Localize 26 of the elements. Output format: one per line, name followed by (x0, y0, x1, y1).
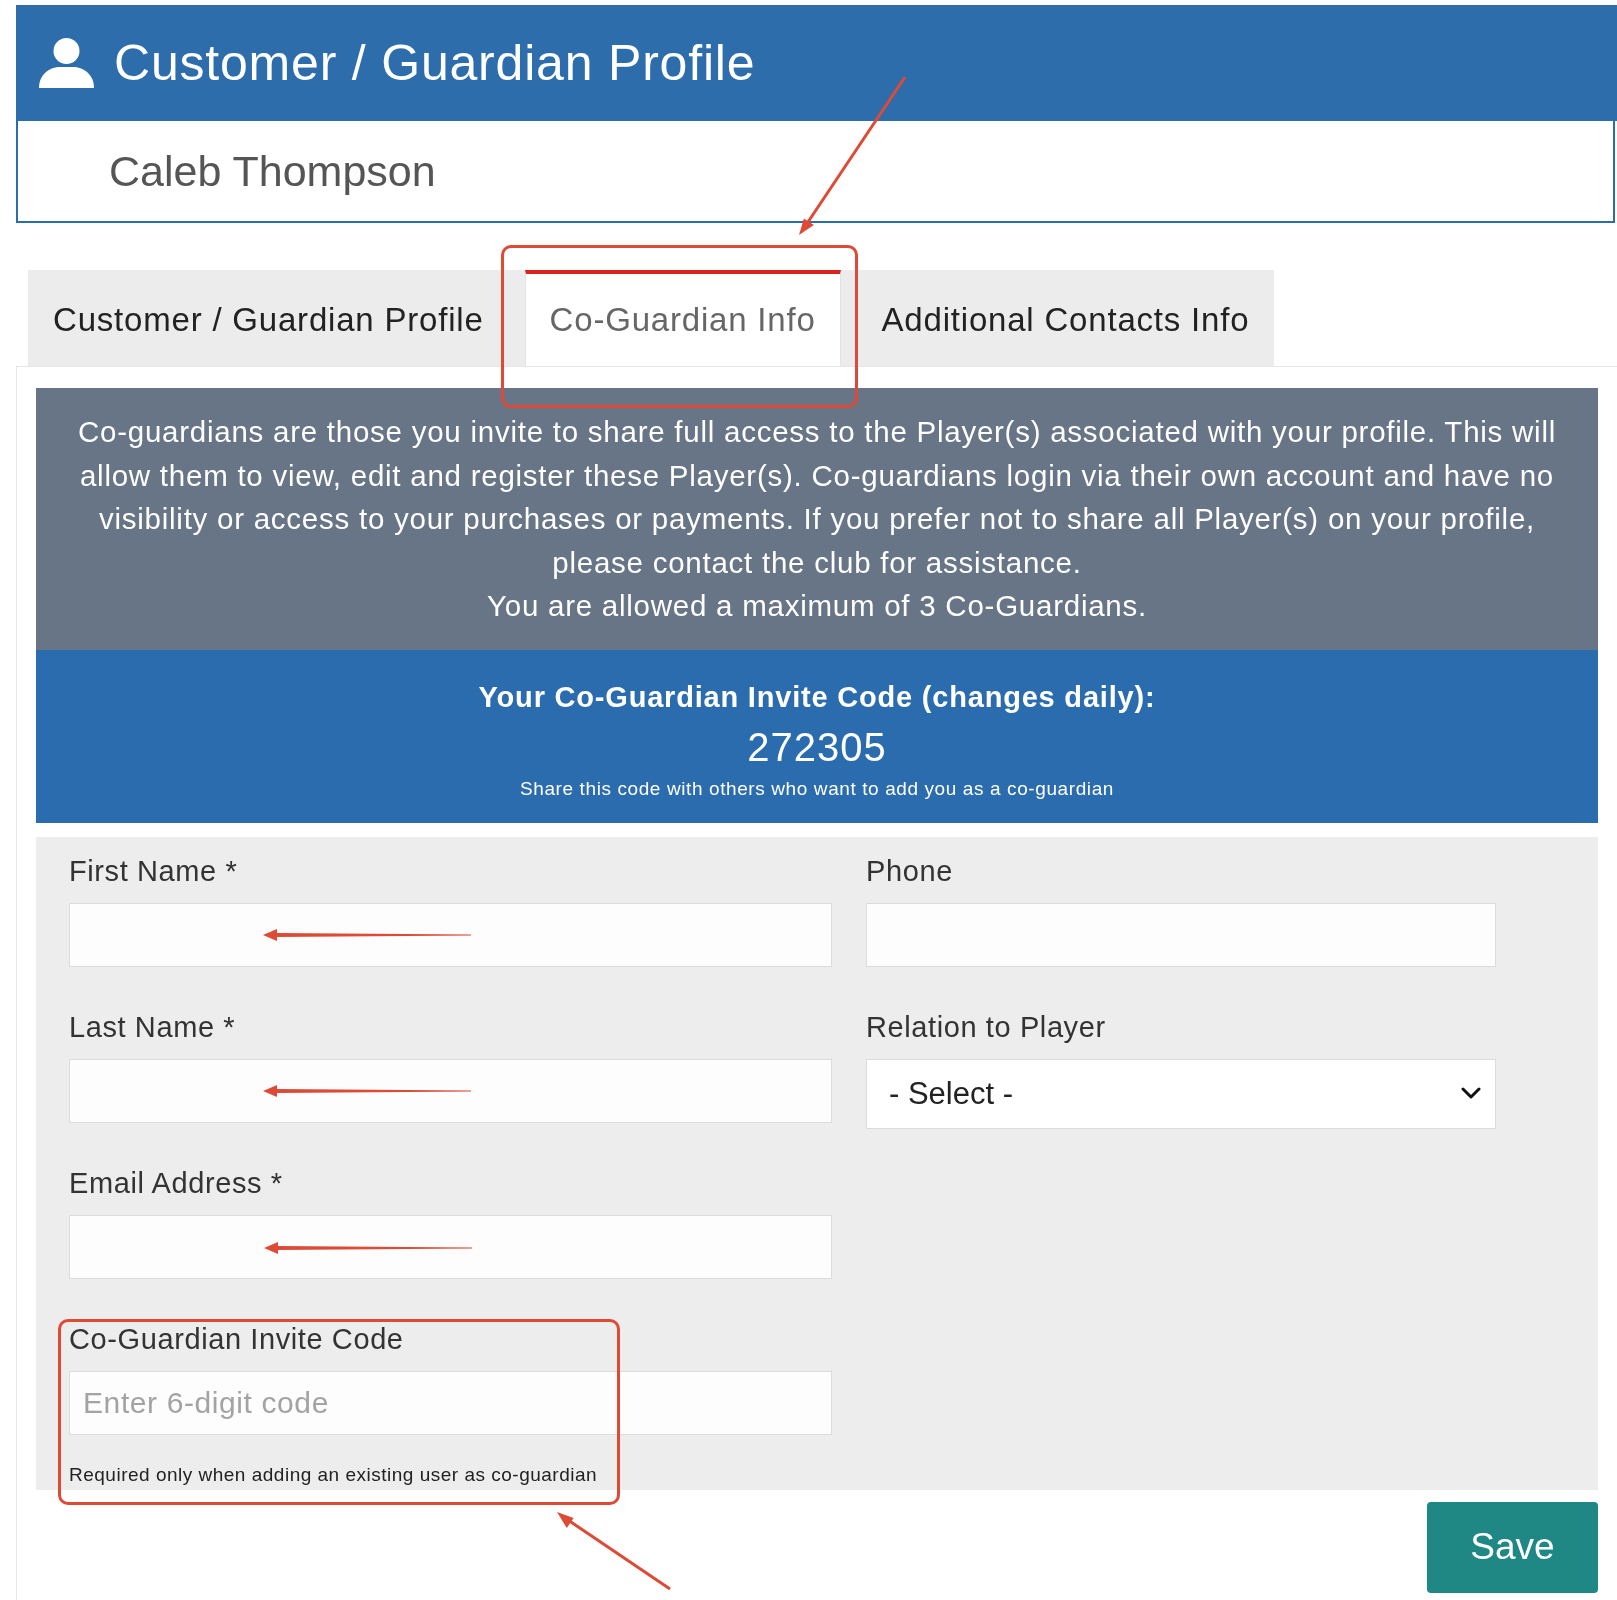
invite-code-heading: Your Co-Guardian Invite Code (changes daily): (478, 679, 1156, 715)
text-input[interactable] (69, 1058, 832, 1123)
select-field[interactable]: - Select - (866, 1058, 1496, 1129)
tab[interactable]: Customer / Guardian Profile (28, 270, 509, 366)
customer-name: Caleb Thompson (109, 146, 436, 196)
text-input[interactable] (69, 1214, 832, 1279)
field-label: Co-Guardian Invite Code (69, 1321, 404, 1357)
info-text: Co-guardians are those you invite to share full access to the Player(s) associated with your profile. This will allow them to view, edit and register these Player(s). Co-guardians login via their own account and have no visibility or access to your purchases or payments. If you prefer not to share all Player(s) on your profile, please contact the club for assistance. (76, 414, 1557, 581)
chevron-down-icon (1461, 1087, 1481, 1100)
tab[interactable]: Co-Guardian Info (524, 270, 841, 366)
field-label: First Name * (69, 853, 238, 889)
tab[interactable]: Additional Contacts Info (856, 270, 1275, 366)
text-input[interactable] (69, 902, 832, 967)
field-label: Last Name * (69, 1009, 236, 1045)
text-input[interactable]: Enter 6-digit code (69, 1370, 832, 1435)
save-button[interactable]: Save (1427, 1501, 1598, 1593)
page-title: Customer / Guardian Profile (114, 34, 756, 92)
user-icon (38, 38, 95, 88)
invite-code: 272305 (747, 723, 887, 771)
field-label: Relation to Player (866, 1009, 1106, 1045)
invite-code-note: Share this code with others who want to add you as a co-guardian (520, 776, 1114, 801)
help-text: Required only when adding an existing user as co-guardian (69, 1462, 598, 1487)
field-label: Email Address * (69, 1165, 283, 1201)
limit-note: You are allowed a maximum of 3 Co-Guardians. (486, 588, 1148, 624)
field-label: Phone (866, 853, 953, 889)
text-input[interactable] (866, 902, 1496, 967)
